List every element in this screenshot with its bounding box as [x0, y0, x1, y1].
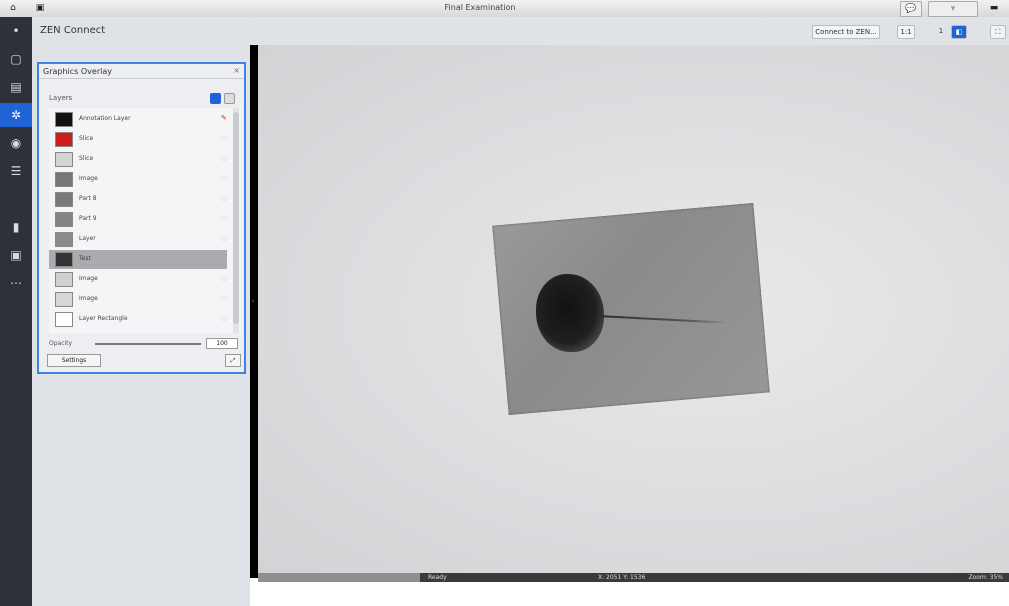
status-center: X: 2051 Y: 1536 — [598, 574, 646, 581]
layer-label: Image — [79, 295, 98, 302]
settings-button[interactable]: Settings — [47, 354, 101, 367]
layer-swatch — [55, 252, 73, 267]
layer-label: Layer — [79, 235, 96, 242]
measure-icon[interactable]: ▮ — [0, 215, 32, 239]
connect-button[interactable]: Connect to ZEN... — [812, 25, 880, 39]
visibility-icon[interactable]: ◌ — [221, 194, 227, 202]
layer-row[interactable]: Part 8 ◌ — [49, 190, 227, 209]
layer-label: Test — [79, 255, 91, 262]
zoom-1to1-button[interactable]: 1:1 — [897, 25, 915, 39]
opacity-slider[interactable] — [95, 343, 201, 345]
layer-label: Layer Rectangle — [79, 315, 128, 322]
progress-bar — [258, 573, 420, 582]
visibility-icon[interactable]: ◌ — [221, 134, 227, 142]
visibility-icon[interactable]: ◌ — [221, 294, 227, 302]
expand-icon[interactable]: ⤢ — [225, 354, 241, 367]
layer-swatch — [55, 192, 73, 207]
filter-icon[interactable] — [210, 93, 221, 104]
user-menu-button[interactable]: ▾ — [928, 1, 978, 17]
visibility-icon[interactable]: ◌ — [221, 234, 227, 242]
layer-swatch — [55, 272, 73, 287]
tool-window-title: Graphics Overlay — [43, 67, 112, 76]
folder-icon[interactable]: ▤ — [0, 75, 32, 99]
microscope-image[interactable] — [258, 45, 1009, 573]
layer-list: Annotation Layer ✎ Slice ◌ Slice ◌ Image ◌ Part … — [49, 108, 241, 333]
camera-icon[interactable]: ◉ — [0, 131, 32, 155]
export-icon[interactable]: ▣ — [0, 243, 32, 267]
edit-icon[interactable]: ✎ — [221, 114, 227, 122]
opacity-label: Opacity — [49, 340, 73, 347]
status-left: Ready — [428, 574, 447, 581]
document-icon[interactable]: ▢ — [0, 47, 32, 71]
status-bar: Ready X: 2051 Y: 1536 Zoom: 35% — [258, 573, 1009, 582]
layer-swatch — [55, 132, 73, 147]
layer-row[interactable]: Image ◌ — [49, 290, 227, 309]
specimen-pore — [536, 274, 604, 352]
visibility-icon[interactable]: ◌ — [221, 314, 227, 322]
layer-swatch — [55, 172, 73, 187]
app-title: ZEN Connect — [40, 25, 106, 36]
image-viewport[interactable]: ‹ — [250, 45, 1009, 578]
visibility-icon[interactable]: ◌ — [221, 274, 227, 282]
window-title-bar: ⌂ ▣ Final Examination 💬 ▾ ▬ — [0, 0, 1009, 18]
visibility-icon[interactable]: ◌ — [221, 174, 227, 182]
layer-row[interactable]: Part 9 ◌ — [49, 210, 227, 229]
layer-row[interactable]: Layer Rectangle ◌ — [49, 310, 227, 329]
layer-row[interactable]: Image ◌ — [49, 170, 227, 189]
graphics-tool-window: Graphics Overlay × Layers Annotation Lay… — [37, 62, 246, 374]
layer-label: Part 8 — [79, 195, 97, 202]
layer-swatch — [55, 152, 73, 167]
visibility-icon[interactable]: ◌ — [221, 254, 227, 262]
layer-row[interactable]: Layer ◌ — [49, 230, 227, 249]
layer-row[interactable]: Annotation Layer ✎ — [49, 110, 227, 129]
layer-swatch — [55, 232, 73, 247]
layer-label: Slice — [79, 135, 94, 142]
layer-label: Slice — [79, 155, 94, 162]
left-sidebar: • ▢ ▤ ✲ ◉ ☰ ▮ ▣ ⋯ — [0, 17, 32, 606]
close-icon[interactable]: × — [233, 66, 240, 75]
layer-row[interactable]: Slice ◌ — [49, 130, 227, 149]
layer-row[interactable]: Image ◌ — [49, 270, 227, 289]
specimen-region — [492, 202, 770, 416]
status-right: Zoom: 35% — [968, 574, 1003, 581]
chat-icon[interactable]: 💬 — [900, 1, 922, 17]
menu-icon[interactable]: • — [0, 19, 32, 43]
splitter-handle-icon[interactable]: ‹ — [250, 297, 256, 309]
view-single-button[interactable]: 1 — [934, 25, 948, 37]
save-icon[interactable]: ▣ — [33, 1, 47, 15]
view-split-icon[interactable]: ◧ — [951, 25, 967, 39]
layer-swatch — [55, 212, 73, 227]
home-icon[interactable]: ⌂ — [5, 1, 21, 15]
layer-label: Part 9 — [79, 215, 97, 222]
minimize-icon[interactable]: ▬ — [985, 1, 1003, 15]
visibility-icon[interactable]: ◌ — [221, 214, 227, 222]
sliders-icon[interactable]: ☰ — [0, 159, 32, 183]
analysis-icon[interactable]: ✲ — [0, 103, 32, 127]
layers-label: Layers — [49, 94, 73, 102]
layer-row[interactable]: Slice ◌ — [49, 150, 227, 169]
layer-swatch — [55, 112, 73, 127]
settings-icon[interactable] — [224, 93, 235, 104]
more-icon[interactable]: ⋯ — [0, 271, 32, 295]
visibility-icon[interactable]: ◌ — [221, 154, 227, 162]
layer-row[interactable]: Test ◌ — [49, 250, 227, 269]
app-header: ZEN Connect Connect to ZEN... 1:1 1 ◧ ⛶ — [32, 17, 1009, 46]
fullscreen-icon[interactable]: ⛶ — [990, 25, 1006, 39]
layer-label: Image — [79, 175, 98, 182]
scrollbar-thumb[interactable] — [233, 112, 239, 324]
layer-label: Annotation Layer — [79, 115, 131, 122]
layer-swatch — [55, 292, 73, 307]
layer-label: Image — [79, 275, 98, 282]
divider — [39, 78, 244, 79]
layer-swatch — [55, 312, 73, 327]
opacity-value[interactable]: 100 — [206, 338, 238, 349]
window-title: Final Examination — [444, 3, 516, 12]
